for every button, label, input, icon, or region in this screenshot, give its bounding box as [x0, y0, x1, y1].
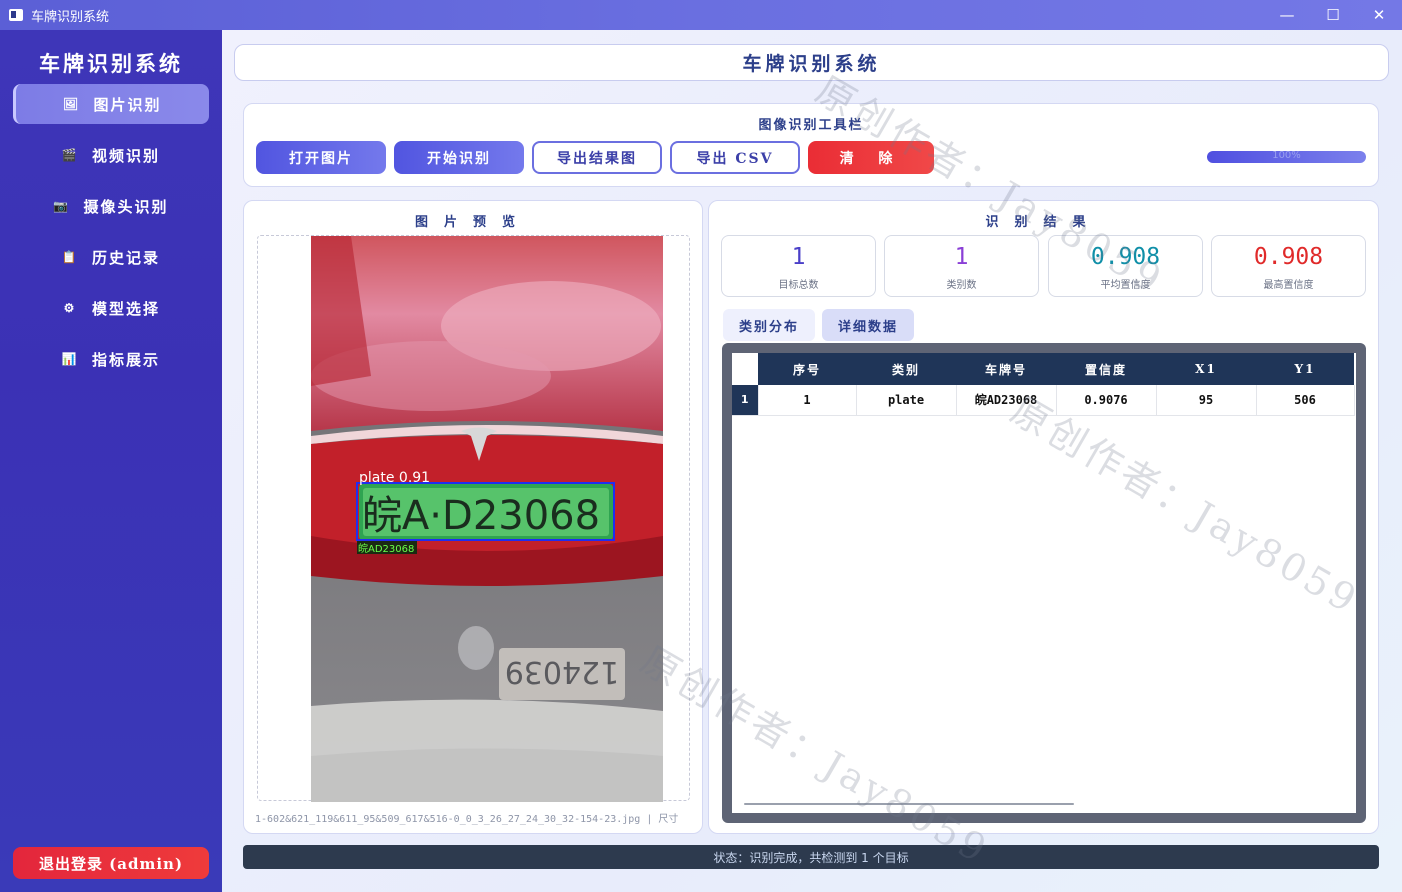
column-header[interactable]: 车牌号: [956, 353, 1056, 385]
tab-detail-data[interactable]: 详细数据: [822, 309, 914, 341]
sidebar-item-label: 图片识别: [93, 95, 162, 114]
plate-text: 皖A·D23068: [362, 493, 600, 539]
stat-value: 1: [954, 244, 969, 270]
table-cell[interactable]: 95: [1156, 385, 1257, 416]
clipboard-icon: 📋: [61, 250, 79, 264]
results-title: 识别结果: [985, 215, 1102, 230]
table-cell[interactable]: 皖AD23068: [956, 385, 1057, 416]
table-header-row: 序号 类别 车牌号 置信度 X1 Y1: [732, 353, 1354, 385]
clapperboard-icon: 🎬: [61, 148, 79, 162]
table-cell[interactable]: 506: [1256, 385, 1355, 416]
stat-value: 0.908: [1253, 244, 1324, 270]
detection-label: plate 0.91: [359, 470, 430, 486]
image-icon: 🖼: [62, 97, 81, 111]
preview-frame: 皖A·D23068 plate 0.91 皖AD23068 124039: [257, 235, 690, 802]
close-icon[interactable]: ✕: [1356, 0, 1402, 30]
app-icon: [9, 9, 23, 21]
stat-label: 平均置信度: [1100, 280, 1151, 291]
stat-card-classes: 1 类别数: [884, 235, 1039, 297]
window-title: 车牌识别系统: [31, 9, 110, 25]
table-row[interactable]: 1 1 plate 皖AD23068 0.9076 95 506: [732, 385, 1355, 416]
export-csv-button[interactable]: 导出 CSV: [670, 141, 800, 174]
preview-image: 皖A·D23068 plate 0.91 皖AD23068 124039: [311, 236, 663, 802]
minimize-icon[interactable]: —: [1264, 0, 1310, 30]
horizontal-scrollbar[interactable]: [744, 803, 1074, 805]
table-cell[interactable]: plate: [856, 385, 957, 416]
bar-chart-icon: 📊: [61, 352, 79, 366]
tab-class-distribution[interactable]: 类别分布: [723, 309, 815, 341]
open-image-button[interactable]: 打开图片: [256, 141, 386, 174]
toolbar-title: 图像识别工具栏: [758, 118, 864, 133]
window-controls: — ☐ ✕: [1264, 0, 1402, 30]
results-panel: 识别结果 1 目标总数 1 类别数 0.908 平均置信度 0.908 最高置信…: [708, 200, 1379, 834]
table-cell[interactable]: 0.9076: [1056, 385, 1157, 416]
start-recognition-button[interactable]: 开始识别: [394, 141, 524, 174]
column-header[interactable]: X1: [1156, 353, 1256, 385]
stat-label: 类别数: [946, 280, 977, 291]
page-title: 车牌识别系统: [234, 44, 1389, 81]
table-cell[interactable]: 1: [758, 385, 857, 416]
gear-icon: ⚙: [63, 301, 77, 315]
logout-button[interactable]: 退出登录 (admin): [13, 847, 209, 879]
stat-label: 目标总数: [778, 280, 819, 291]
sidebar-item-label: 模型选择: [91, 299, 160, 318]
table-frame: 序号 类别 车牌号 置信度 X1 Y1 1 1 plate 皖AD23068 0…: [722, 343, 1366, 823]
stat-card-total: 1 目标总数: [721, 235, 876, 297]
sidebar-item-video-recognition[interactable]: 🎬 视频识别: [13, 135, 209, 175]
sidebar-item-label: 摄像头识别: [83, 197, 169, 216]
sidebar-item-label: 历史记录: [91, 248, 160, 267]
status-bar: 状态：识别完成，共检测到 1 个目标: [243, 845, 1379, 869]
stat-label: 最高置信度: [1263, 280, 1314, 291]
export-image-button[interactable]: 导出结果图: [532, 141, 662, 174]
sidebar-item-history[interactable]: 📋 历史记录: [13, 237, 209, 277]
plate-result-label: 皖AD23068: [358, 542, 414, 555]
stat-value: 0.908: [1090, 244, 1161, 270]
toolbar: 图像识别工具栏 打开图片 开始识别 导出结果图 导出 CSV 清 除 100%: [243, 103, 1379, 187]
preview-title: 图片预览: [414, 215, 531, 230]
file-caption: 1-602&621_119&611_95&509_617&516-0_0_3_2…: [255, 814, 679, 825]
sidebar-item-label: 指标展示: [91, 350, 160, 369]
stat-card-max-confidence: 0.908 最高置信度: [1211, 235, 1366, 297]
results-table: 序号 类别 车牌号 置信度 X1 Y1 1 1 plate 皖AD23068 0…: [732, 353, 1355, 416]
column-header[interactable]: 类别: [856, 353, 956, 385]
progress-bar: 100%: [1207, 151, 1366, 163]
sidebar: 车牌识别系统 🖼 图片识别 🎬 视频识别 📷 摄像头识别 📋 历史记录 ⚙ 模型…: [0, 30, 222, 892]
clear-button[interactable]: 清 除: [808, 141, 934, 174]
sidebar-item-image-recognition[interactable]: 🖼 图片识别: [13, 84, 209, 124]
results-table-container: 序号 类别 车牌号 置信度 X1 Y1 1 1 plate 皖AD23068 0…: [732, 353, 1356, 813]
title-bar: 车牌识别系统 — ☐ ✕: [0, 0, 1402, 30]
column-header[interactable]: 序号: [758, 353, 856, 385]
image-preview-panel: 图片预览 皖A·D23068 plate 0.91 皖AD23068 12403…: [243, 200, 703, 834]
sidebar-brand: 车牌识别系统: [39, 51, 183, 76]
column-header[interactable]: 置信度: [1056, 353, 1156, 385]
sidebar-item-label: 视频识别: [91, 146, 160, 165]
ground-plate-text: 124039: [505, 654, 620, 689]
row-number: 1: [732, 385, 759, 416]
sidebar-item-model-select[interactable]: ⚙ 模型选择: [13, 288, 209, 328]
maximize-icon[interactable]: ☐: [1310, 0, 1356, 30]
camera-icon: 📷: [53, 199, 70, 213]
sidebar-item-metrics[interactable]: 📊 指标展示: [13, 339, 209, 379]
stat-value: 1: [791, 244, 806, 270]
sidebar-item-camera-recognition[interactable]: 📷 摄像头识别: [13, 186, 209, 226]
table-corner: [732, 353, 758, 385]
progress-text: 100%: [1272, 151, 1301, 161]
column-header[interactable]: Y1: [1256, 353, 1354, 385]
stat-card-avg-confidence: 0.908 平均置信度: [1048, 235, 1203, 297]
main-area: 车牌识别系统 图像识别工具栏 打开图片 开始识别 导出结果图 导出 CSV 清 …: [222, 30, 1402, 892]
